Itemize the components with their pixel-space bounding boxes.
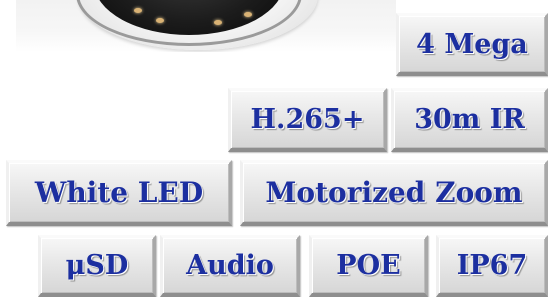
audio-badge: Audio xyxy=(160,235,300,297)
ip67-badge: IP67 xyxy=(436,235,548,297)
mega-badge: 4 Mega xyxy=(396,13,548,76)
poe-badge: POE xyxy=(309,235,428,297)
sd-badge: μSD xyxy=(38,235,156,297)
dome-camera-image xyxy=(16,0,396,52)
ir-badge: 30m IR xyxy=(391,88,548,152)
codec-badge: H.265+ xyxy=(228,88,387,152)
ir-led-icon xyxy=(134,8,142,13)
motorized-zoom-badge: Motorized Zoom xyxy=(240,160,548,226)
ir-led-icon xyxy=(214,20,222,25)
white-led-badge: White LED xyxy=(6,160,232,226)
ir-led-icon xyxy=(156,18,164,23)
ir-led-icon xyxy=(244,12,252,17)
